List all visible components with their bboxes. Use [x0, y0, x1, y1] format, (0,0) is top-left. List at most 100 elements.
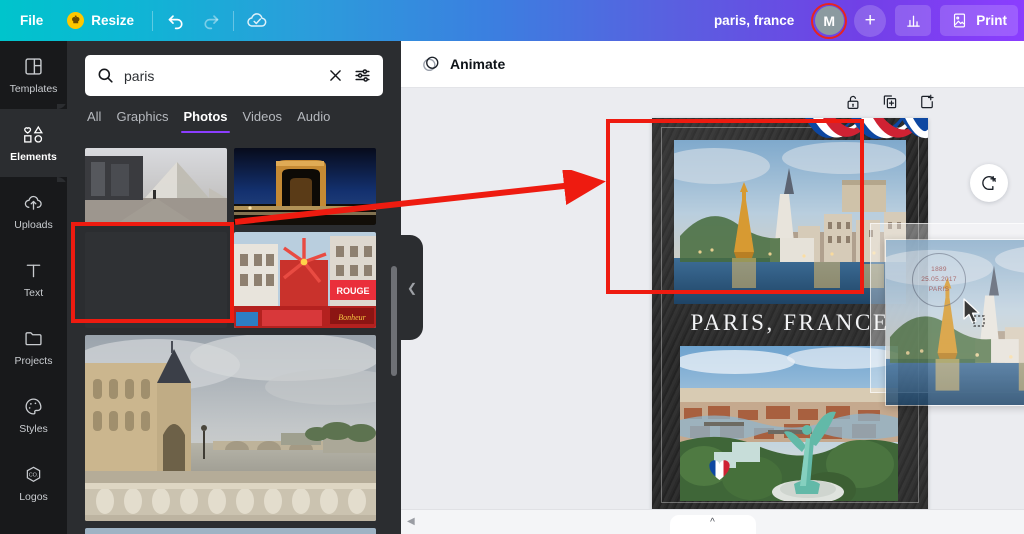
file-menu-button[interactable]: File — [0, 0, 55, 41]
conciergerie-seine-thumbnail[interactable] — [85, 335, 376, 521]
animate-circles-icon — [423, 56, 439, 71]
stamp-top: 1889 — [931, 266, 947, 274]
undo-button[interactable] — [159, 4, 193, 38]
svg-text:Bonheur: Bonheur — [338, 313, 366, 322]
animate-label: Animate — [450, 56, 506, 72]
results-row — [85, 148, 383, 225]
results-row — [85, 335, 383, 521]
search-box[interactable] — [85, 55, 383, 96]
louvre-pyramid-thumbnail[interactable] — [85, 148, 227, 225]
tab-label: Graphics — [116, 109, 169, 124]
sidebar-item-label: Logos — [19, 491, 48, 503]
sidebar-item-text[interactable]: Text — [0, 245, 67, 313]
document-title: paris, france — [713, 13, 795, 28]
templates-icon — [23, 55, 44, 78]
avatar-initial: M — [814, 6, 844, 35]
duplicate-page-icon[interactable] — [879, 91, 901, 113]
stamp-bottom: PARIS — [928, 285, 950, 293]
palette-icon — [23, 395, 44, 418]
left-rail: Templates Elements Uploads Text Projects… — [0, 41, 67, 534]
redo-button[interactable] — [193, 4, 227, 38]
sidebar-item-logos[interactable]: CO. Logos — [0, 449, 67, 517]
animate-button[interactable]: Animate — [421, 54, 505, 74]
svg-text:CO.: CO. — [29, 473, 39, 479]
folder-icon — [23, 327, 44, 350]
tab-audio[interactable]: Audio — [297, 109, 330, 133]
chevron-left-icon: ❮ — [406, 280, 418, 295]
filter-sliders-icon[interactable] — [353, 66, 372, 85]
expand-pages-panel-button[interactable]: ^ — [669, 515, 756, 534]
category-tabs: All Graphics Photos Videos Audio — [67, 96, 401, 133]
search-input[interactable] — [124, 67, 318, 84]
french-tricolor-bunting — [805, 118, 928, 139]
top-toolbar: File ♚ Resize paris, france M + Print — [0, 0, 1024, 41]
dragged-image-preview[interactable]: 1889 25.05.2017 PARIS — [885, 239, 1024, 406]
elements-icon — [21, 123, 46, 146]
editor-area: Animate PARIS, FRANCE 1889 25.05.2017 PA… — [401, 41, 1024, 534]
comment-add-icon — [982, 176, 996, 190]
sidebar-item-label: Templates — [9, 83, 58, 95]
sidebar-item-elements[interactable]: Elements — [0, 99, 67, 187]
sidebar-item-label: Elements — [10, 151, 57, 163]
search-results-grid: ROUGE Bonheur — [67, 148, 401, 534]
drag-copy-cursor — [963, 298, 985, 327]
design-page[interactable]: PARIS, FRANCE 1889 25.05.2017 PARIS — [652, 118, 1024, 512]
paris-rooftops-thumbnail[interactable] — [85, 528, 376, 534]
canva-editor-window: File ♚ Resize paris, france M + Print Te… — [0, 0, 1024, 534]
canvas-tool-icons — [842, 91, 938, 113]
search-icon — [98, 68, 113, 83]
panel-scrollbar[interactable] — [391, 266, 397, 376]
sidebar-item-label: Text — [23, 287, 44, 299]
upload-cloud-icon — [22, 191, 45, 214]
add-collaborator-label: + — [864, 9, 876, 31]
logo-hexagon-icon: CO. — [22, 463, 45, 486]
france-flag-heart-icon — [709, 460, 730, 480]
print-label: Print — [976, 13, 1007, 28]
print-image-icon — [954, 13, 966, 28]
crown-icon: ♚ — [67, 12, 85, 29]
add-page-icon[interactable] — [916, 91, 938, 113]
avatar[interactable]: M — [810, 2, 848, 40]
search-area — [67, 41, 401, 96]
chevron-left-small-icon[interactable]: ◀ — [407, 516, 415, 527]
tab-all[interactable]: All — [87, 109, 101, 133]
postmark-stamp: 1889 25.05.2017 PARIS — [912, 253, 966, 307]
tab-label: Audio — [297, 109, 331, 124]
results-row — [85, 528, 383, 534]
close-icon[interactable] — [327, 67, 344, 84]
add-comment-button[interactable] — [970, 164, 1008, 202]
sidebar-item-projects[interactable]: Projects — [0, 313, 67, 381]
bottom-photo-frame[interactable] — [680, 346, 898, 501]
arc-de-triomphe-thumbnail[interactable] — [234, 148, 376, 225]
tab-label: All — [87, 109, 102, 124]
moulin-rouge-thumbnail[interactable]: ROUGE Bonheur — [234, 232, 376, 328]
results-row: ROUGE Bonheur — [85, 232, 383, 328]
sidebar-item-styles[interactable]: Styles — [0, 381, 67, 449]
svg-text:ROUGE: ROUGE — [336, 286, 369, 296]
tab-label: Videos — [242, 109, 283, 124]
file-menu-label: File — [20, 13, 44, 28]
toolbar-divider-1 — [152, 10, 154, 31]
sidebar-item-label: Styles — [19, 423, 48, 435]
empty-loading-thumbnail[interactable] — [85, 232, 227, 328]
stamp-date: 25.05.2017 — [921, 276, 957, 284]
editor-bottom-bar: ◀ ^ — [401, 509, 1024, 534]
editor-toolbar: Animate — [401, 41, 1024, 88]
text-icon — [23, 259, 44, 282]
bar-chart-icon[interactable] — [895, 5, 932, 36]
tab-videos[interactable]: Videos — [243, 109, 283, 133]
resize-button[interactable]: ♚ Resize — [55, 0, 146, 41]
resize-label: Resize — [91, 13, 135, 28]
tab-label: Photos — [183, 109, 228, 124]
print-button[interactable]: Print — [940, 5, 1018, 36]
add-collaborator-button[interactable]: + — [854, 4, 887, 37]
lock-icon[interactable] — [842, 91, 864, 113]
sidebar-item-uploads[interactable]: Uploads — [0, 177, 67, 245]
sidebar-item-label: Projects — [14, 355, 53, 367]
chevron-up-icon: ^ — [710, 517, 715, 528]
tab-graphics[interactable]: Graphics — [116, 109, 168, 133]
panel-collapse-handle[interactable]: ❮ — [401, 235, 423, 340]
tab-photos[interactable]: Photos — [181, 109, 230, 133]
cloud-check-icon[interactable] — [240, 4, 274, 38]
elements-search-panel: All Graphics Photos Videos Audio — [67, 41, 401, 534]
